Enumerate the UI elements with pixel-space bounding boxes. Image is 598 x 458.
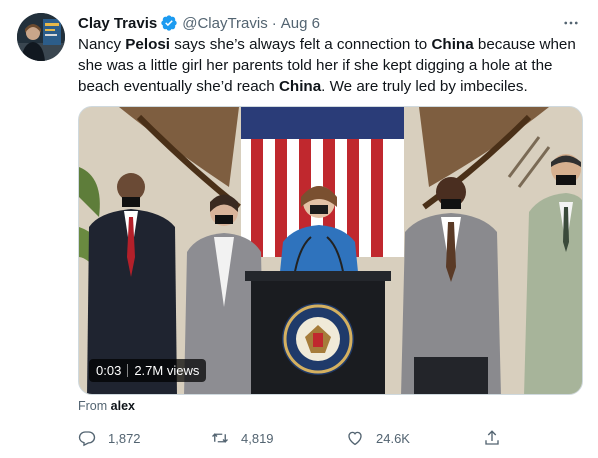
author-display-name[interactable]: Clay Travis [78, 15, 157, 32]
tweet-text-segment: . We are truly led by imbeciles. [321, 78, 528, 95]
video-player[interactable]: 0:03 2.7M views [78, 106, 583, 395]
author-handle[interactable]: @ClayTravis [182, 15, 268, 32]
tweet-header: Clay Travis @ClayTravis · Aug 6 [78, 12, 584, 34]
tweet-text-segment: says she’s always felt a connection to [170, 36, 432, 53]
tweet-text: Nancy Pelosi says she’s always felt a co… [78, 34, 583, 97]
reply-button[interactable]: 1,872 [78, 427, 141, 449]
share-button[interactable] [483, 427, 513, 449]
tweet[interactable]: Clay Travis @ClayTravis · Aug 6 Nancy Pe… [0, 0, 598, 458]
more-icon[interactable] [560, 12, 582, 34]
like-icon [348, 431, 362, 446]
tweet-actions: 1,872 4,819 24.6K [78, 427, 508, 449]
retweet-count: 4,819 [241, 430, 274, 446]
video-source-prefix: From [78, 399, 108, 413]
video-views: 2.7M views [134, 363, 200, 378]
retweet-icon [212, 433, 228, 443]
video-source-name[interactable]: alex [111, 399, 135, 413]
badge-divider [127, 364, 129, 377]
tweet-text-highlight: Pelosi [125, 36, 171, 53]
like-button[interactable]: 24.6K [346, 427, 410, 449]
tweet-text-segment: Nancy [78, 36, 126, 53]
reply-icon [78, 431, 96, 447]
video-stats-badge: 0:03 2.7M views [89, 359, 207, 382]
video-frame [79, 107, 582, 394]
tweet-text-highlight: China [431, 36, 474, 53]
avatar[interactable] [17, 13, 65, 61]
share-icon [485, 430, 499, 445]
tweet-date[interactable]: Aug 6 [281, 15, 320, 32]
reply-count: 1,872 [108, 430, 141, 446]
retweet-button[interactable]: 4,819 [211, 427, 274, 449]
video-source: From alex [78, 399, 135, 413]
verified-badge-icon [161, 15, 177, 31]
like-count: 24.6K [376, 430, 410, 446]
tweet-text-highlight: China [278, 78, 322, 95]
separator-dot: · [271, 14, 277, 32]
video-timestamp: 0:03 [96, 363, 122, 378]
